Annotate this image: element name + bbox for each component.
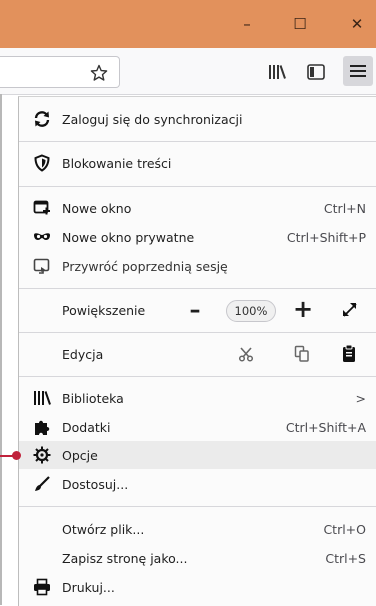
menu-item-new-private-window[interactable]: Nowe okno prywatne Ctrl+Shift+P xyxy=(19,223,376,251)
paintbrush-icon xyxy=(35,476,50,491)
shield-icon xyxy=(34,154,50,172)
options-label: Opcje xyxy=(62,447,98,463)
minimize-button[interactable]: – xyxy=(230,12,264,36)
library-icon[interactable] xyxy=(267,63,287,81)
addons-label: Dodatki xyxy=(62,419,111,435)
content-blocking-label: Blokowanie treści xyxy=(62,155,172,171)
zoom-in-button[interactable]: + xyxy=(290,295,316,323)
sync-label: Zaloguj się do synchronizacji xyxy=(62,111,243,127)
private-mask-icon xyxy=(34,233,50,240)
callout-dot xyxy=(12,451,21,460)
sync-icon xyxy=(34,111,50,127)
menu-item-edit: Edycja xyxy=(19,340,376,368)
fullscreen-icon[interactable] xyxy=(341,301,359,319)
menu-item-zoom: Powiększenie – 100% + xyxy=(19,295,376,324)
new-window-icon xyxy=(33,200,50,215)
addons-shortcut: Ctrl+Shift+A xyxy=(285,419,366,435)
zoom-reset-button[interactable]: 100% xyxy=(226,300,276,322)
zoom-out-button[interactable]: – xyxy=(182,296,208,324)
sidebar-icon[interactable] xyxy=(306,63,326,81)
copy-icon[interactable] xyxy=(294,345,310,363)
open-file-shortcut: Ctrl+O xyxy=(323,521,366,537)
new-private-window-shortcut: Ctrl+Shift+P xyxy=(286,229,366,245)
new-window-label: Nowe okno xyxy=(62,200,132,216)
menu-separator xyxy=(19,288,376,289)
library-label: Biblioteka xyxy=(62,390,124,406)
menu-separator xyxy=(19,506,376,507)
menu-item-customize[interactable]: Dostosuj... xyxy=(19,470,376,498)
gear-icon xyxy=(33,446,51,464)
menu-item-save-page[interactable]: Zapisz stronę jako... Ctrl+S xyxy=(19,544,376,572)
submenu-arrow-icon: > xyxy=(355,390,366,406)
restore-session-icon xyxy=(33,258,50,274)
zoom-label: Powiększenie xyxy=(62,302,146,318)
url-bar[interactable] xyxy=(0,56,120,88)
menu-item-addons[interactable]: Dodatki Ctrl+Shift+A xyxy=(19,413,376,441)
menu-item-restore-session[interactable]: Przywróć poprzednią sesję xyxy=(19,252,376,280)
menu-item-open-file[interactable]: Otwórz plik... Ctrl+O xyxy=(19,515,376,543)
window-titlebar: – ☐ ✕ xyxy=(0,0,376,48)
menu-separator xyxy=(19,186,376,187)
hamburger-icon xyxy=(350,65,366,77)
menu-item-sync[interactable]: Zaloguj się do synchronizacji xyxy=(19,105,376,133)
paste-icon[interactable] xyxy=(341,344,357,363)
menu-item-options[interactable]: Opcje xyxy=(19,441,376,469)
menu-item-library[interactable]: Biblioteka > xyxy=(19,384,376,412)
save-page-label: Zapisz stronę jako... xyxy=(62,550,188,566)
menu-separator xyxy=(19,141,376,142)
open-file-label: Otwórz plik... xyxy=(62,521,145,537)
customize-label: Dostosuj... xyxy=(62,476,129,492)
open-menu-button[interactable] xyxy=(343,56,373,86)
new-window-shortcut: Ctrl+N xyxy=(323,200,366,216)
printer-icon xyxy=(34,578,50,596)
app-menu-panel: Zaloguj się do synchronizacji Blokowanie… xyxy=(18,96,376,606)
close-button[interactable]: ✕ xyxy=(340,12,374,36)
menu-item-new-window[interactable]: Nowe okno Ctrl+N xyxy=(19,194,376,222)
puzzle-piece-icon xyxy=(35,420,50,435)
bookmark-star-icon[interactable] xyxy=(90,64,108,82)
save-page-shortcut: Ctrl+S xyxy=(325,550,366,566)
menu-item-print[interactable]: Drukuj... xyxy=(19,573,376,601)
print-label: Drukuj... xyxy=(62,579,115,595)
page-edge xyxy=(0,94,2,605)
new-private-window-label: Nowe okno prywatne xyxy=(62,229,195,245)
restore-session-label: Przywróć poprzednią sesję xyxy=(62,258,228,274)
library-icon xyxy=(34,391,51,405)
menu-separator xyxy=(19,376,376,377)
cut-icon[interactable] xyxy=(238,346,254,362)
maximize-button[interactable]: ☐ xyxy=(283,12,317,36)
menu-item-content-blocking[interactable]: Blokowanie treści xyxy=(19,149,376,177)
edit-label: Edycja xyxy=(62,346,104,362)
navigation-toolbar xyxy=(0,48,376,95)
menu-separator xyxy=(19,332,376,333)
